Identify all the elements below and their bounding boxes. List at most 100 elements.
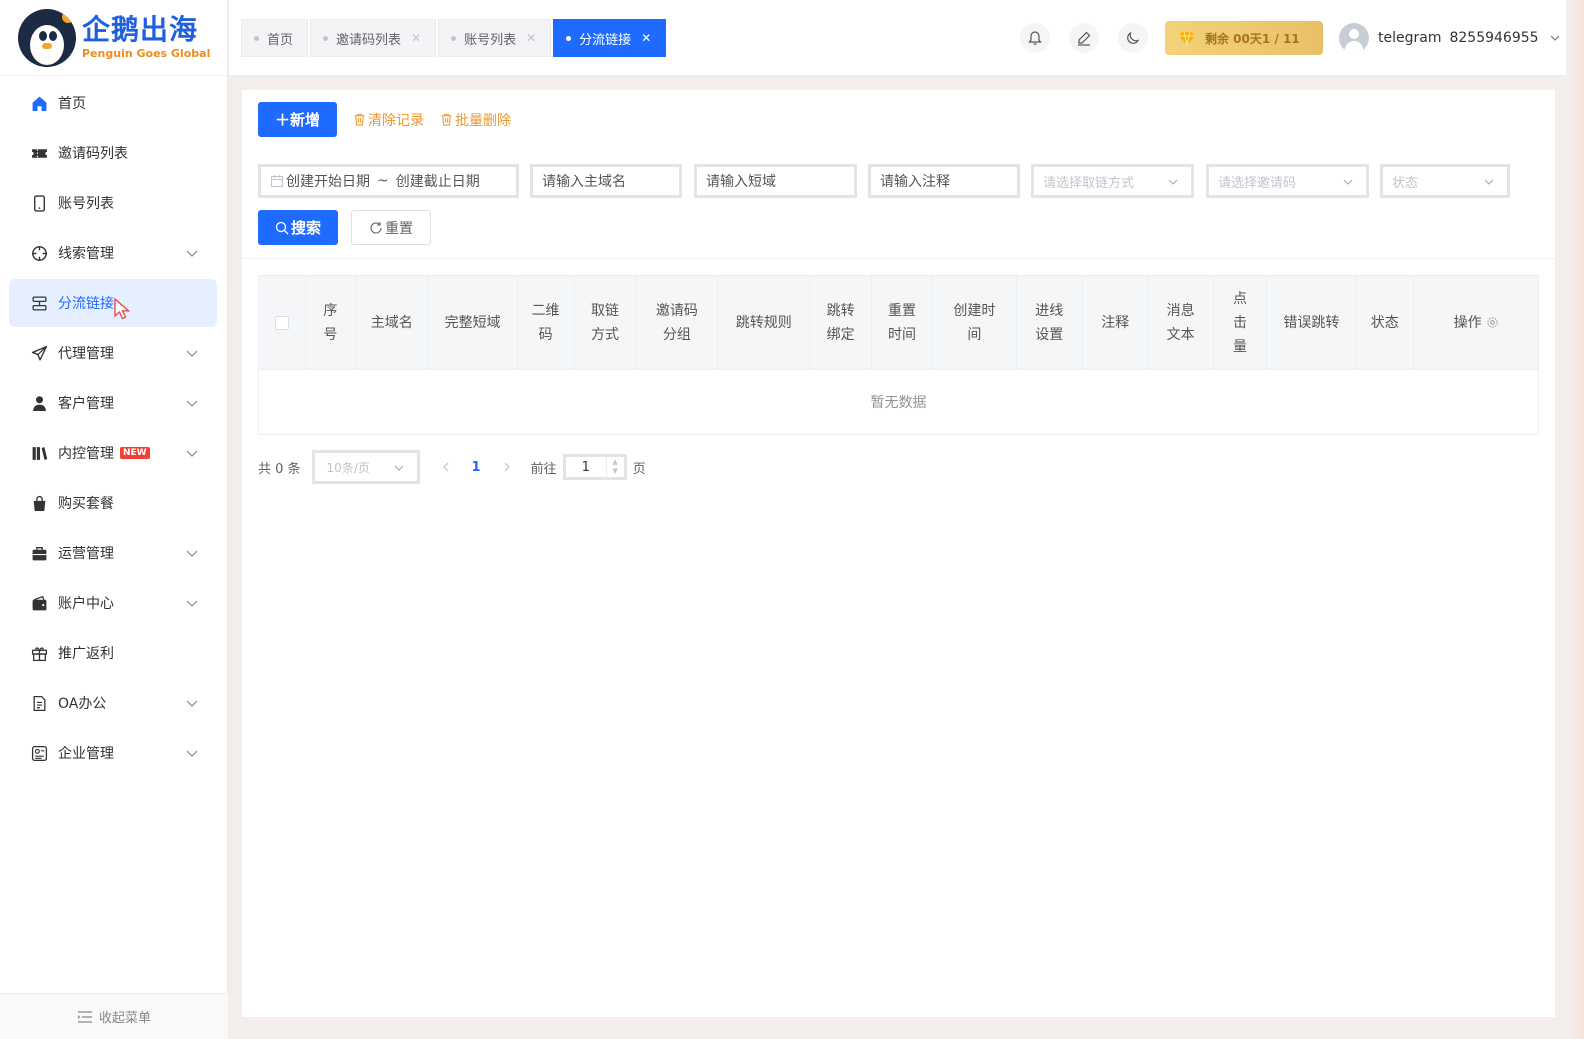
sidebar-item-accounts[interactable]: 账号列表 [9,179,217,227]
brand-logo[interactable]: 企鹅出海 Penguin Goes Global [0,0,227,76]
column-label: 主域名 [370,314,413,331]
pen-icon [1078,31,1091,46]
column-label: 进线设置 [1035,302,1064,343]
sidebar-item-home[interactable]: 首页 [9,79,217,127]
link-method-select[interactable]: 请选择取链方式 [1031,164,1194,198]
chevron-down-icon [186,700,198,707]
chevron-right-icon[interactable] [501,461,513,473]
clear-records-label: 清除记录 [368,112,425,129]
select-all-checkbox[interactable] [274,315,289,330]
column-header: 完整短域 [429,276,518,369]
chevron-down-icon [186,400,198,407]
column-header: 错误跳转 [1267,276,1357,369]
clear-records-button[interactable]: 清除记录 [353,110,424,130]
sidebar: 企鹅出海 Penguin Goes Global 首页 邀请码列表 账号列表 线… [0,0,228,1039]
collapse-menu-button[interactable]: 收起菜单 [0,993,228,1039]
tab-invite-codes[interactable]: 邀请码列表 ✕ [310,19,437,57]
column-header: 消息文本 [1149,276,1214,369]
tab-split-links[interactable]: 分流链接 ✕ [553,19,667,57]
reset-button[interactable]: 重置 [351,210,431,245]
sidebar-item-oa[interactable]: OA办公 [9,679,217,727]
column-label: 错误跳转 [1283,314,1340,331]
search-button[interactable]: 搜索 [258,210,338,245]
status-placeholder: 状态 [1392,175,1419,191]
chevron-down-icon [1168,179,1178,185]
tab-accounts[interactable]: 账号列表 ✕ [438,19,552,57]
close-icon[interactable]: ✕ [641,31,651,45]
invite-code-select[interactable]: 请选择邀请码 [1206,164,1369,198]
sidebar-item-agents[interactable]: 代理管理 [9,329,217,377]
column-label: 跳转绑定 [826,302,855,343]
sidebar-item-label: 账户中心 [58,596,114,612]
tab-home[interactable]: 首页 [241,19,309,57]
column-header: 序号 [306,276,356,369]
column-label: 创建时间 [953,302,996,343]
goto-page-input[interactable]: 1 ▲ ▼ [562,454,627,480]
sidebar-item-account-center[interactable]: 账户中心 [9,579,217,627]
domain-placeholder: 请输入主域名 [542,174,626,190]
sidebar-item-referral[interactable]: 推广返利 [9,629,217,677]
batch-delete-button[interactable]: 批量删除 [440,110,511,130]
column-header: 跳转绑定 [810,276,873,369]
link-method-placeholder: 请选择取链方式 [1043,175,1135,191]
short-domain-input[interactable]: 请输入短域 [694,164,857,198]
sidebar-item-label: OA办公 [58,696,107,712]
target-icon [30,244,48,262]
column-header: 取链方式 [575,276,637,369]
brand-name-cn: 企鹅出海 [82,13,199,46]
column-label: 注释 [1101,314,1130,331]
status-select[interactable]: 状态 [1380,164,1510,198]
user-menu[interactable]: telegram 8255946955 [1339,23,1561,53]
page-number[interactable]: 1 [472,460,481,475]
phone-icon [30,194,48,212]
trash-icon [354,113,365,126]
books-icon [30,444,48,462]
column-header: 主域名 [356,276,429,369]
close-icon[interactable]: ✕ [411,31,421,45]
sidebar-item-label: 分流链接 [58,296,114,312]
note-input[interactable]: 请输入注释 [868,164,1020,198]
brand-name-en: Penguin Goes Global [82,47,211,60]
avatar [1339,23,1369,53]
refresh-icon [370,221,382,233]
domain-input[interactable]: 请输入主域名 [530,164,682,198]
pagination: 共 0 条 10条/页 1 前往 1 ▲ ▼ 页 [258,450,646,484]
search-actions: 搜索 重置 [258,210,431,245]
sidebar-item-customers[interactable]: 客户管理 [9,379,217,427]
page-stepper[interactable]: ▲ ▼ [605,457,624,477]
sidebar-item-split-links[interactable]: 分流链接 [9,279,217,327]
table-empty-state: 暂无数据 [870,395,927,411]
main-panel: ＋新增 清除记录 批量删除 创建开始日期 ~ 创建截止日期 请输入主域名 请输入… [242,90,1555,1017]
sidebar-item-label: 邀请码列表 [58,146,128,162]
gear-icon[interactable] [1486,316,1499,329]
add-button[interactable]: ＋新增 [258,102,338,137]
chevron-down-icon [186,550,198,557]
mouse-pointer-icon [114,297,131,320]
date-range-picker[interactable]: 创建开始日期 ~ 创建截止日期 [258,164,519,198]
sidebar-item-leads[interactable]: 线索管理 [9,229,217,277]
column-header: 注释 [1083,276,1149,369]
sidebar-item-enterprise[interactable]: 企业管理 [9,729,217,777]
diamond-icon [1179,31,1195,45]
sidebar-item-operations[interactable]: 运营管理 [9,529,217,577]
vip-badge[interactable]: 剩余 00天1 / 11 [1165,21,1323,55]
column-header: 邀请码 分组 [636,276,719,369]
batch-delete-label: 批量删除 [455,112,512,129]
edit-button[interactable] [1069,23,1099,53]
date-start-field: 创建开始日期 [286,174,370,190]
briefcase-icon [30,544,48,562]
notification-bell-button[interactable] [1020,23,1050,53]
dark-mode-toggle[interactable] [1118,23,1148,53]
sidebar-item-internal-control[interactable]: 内控管理 NEW [9,429,217,477]
tab-label: 首页 [267,32,294,48]
page-size-select[interactable]: 10条/页 [311,450,420,484]
chevron-down-icon [186,750,198,757]
chevron-left-icon[interactable] [440,461,452,473]
close-icon[interactable]: ✕ [526,31,536,45]
top-header: 首页 邀请码列表 ✕ 账号列表 ✕ 分流链接 ✕ 剩余 00天1 / 11 teleg… [229,0,1566,76]
sidebar-item-invite-codes[interactable]: 邀请码列表 [9,129,217,177]
reset-label: 重置 [385,220,413,237]
goto-unit: 页 [632,461,646,477]
sidebar-item-buy-package[interactable]: 购买套餐 [9,479,217,527]
document-icon [30,694,48,712]
